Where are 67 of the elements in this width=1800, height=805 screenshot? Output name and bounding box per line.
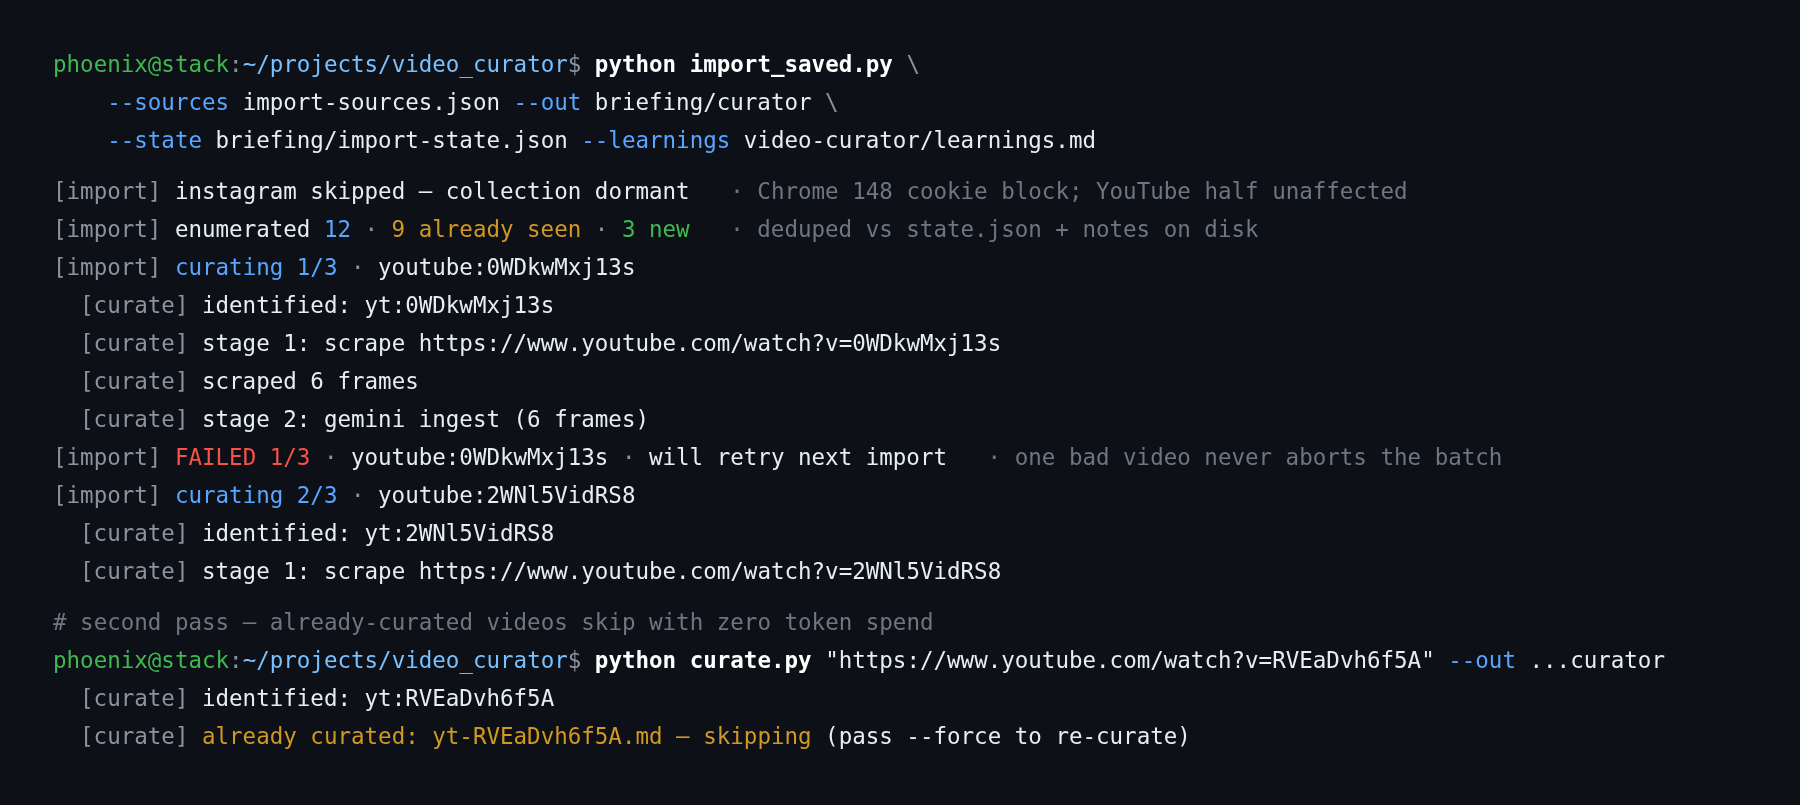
output-text: briefing/import-state.json — [215, 127, 568, 153]
status-text: curating 1/3 — [174, 254, 338, 280]
dim-text: [curate] — [80, 330, 189, 356]
prompt-user: phoenix@stack — [53, 51, 230, 77]
dim-text: [curate] — [80, 558, 189, 584]
output-text: briefing/curator — [594, 89, 812, 115]
dim-text: [import] — [53, 482, 162, 508]
note-text: · Chrome 148 cookie block; YouTube half unaffected — [730, 178, 1408, 204]
output-text: scraped 6 frames — [202, 368, 419, 394]
output-text: (pass --force to re-curate) — [825, 723, 1191, 749]
output-text: video-curator/learnings.md — [743, 127, 1096, 153]
dim-text: [import] — [53, 444, 162, 470]
prompt-separator: : — [229, 647, 243, 673]
flag-text: --out — [513, 89, 582, 115]
dim-text: [curate] — [80, 723, 189, 749]
output-text: import-sources.json — [242, 89, 500, 115]
output-text: enumerated — [174, 216, 311, 242]
dim-text: [import] — [53, 178, 162, 204]
output-text: instagram skipped — collection dormant — [174, 178, 690, 204]
success-text: 3 new — [621, 216, 690, 242]
dim-text: [import] — [53, 216, 162, 242]
prompt-path: ~/projects/video_curator — [242, 647, 568, 673]
output-text: youtube:0WDkwMxj13s — [351, 444, 609, 470]
output-text: youtube:0WDkwMxj13s — [378, 254, 636, 280]
output-text: identified: yt:0WDkwMxj13s — [202, 292, 555, 318]
output-text: stage 2: gemini ingest (6 frames) — [202, 406, 649, 432]
comment-text: # second pass — already-curated videos skip with zero token spend — [53, 609, 934, 635]
flag-text: --state — [107, 127, 202, 153]
error-text: FAILED 1/3 — [174, 444, 311, 470]
dim-text: · — [594, 216, 609, 242]
note-text: · one bad video never aborts the batch — [987, 444, 1503, 470]
dim-text: [curate] — [80, 685, 189, 711]
flag-text: --sources — [107, 89, 230, 115]
output-text: ...curator — [1529, 647, 1665, 673]
output-text: identified: yt:RVEaDvh6f5A — [202, 685, 555, 711]
output-text: stage 1: scrape https://www.youtube.com/watch?v=0WDkwMxj13s — [202, 330, 1002, 356]
output-text: identified: yt:2WNl5VidRS8 — [202, 520, 555, 546]
output-text: "https://www.youtube.com/watch?v=RVEaDvh6f5A" — [825, 647, 1435, 673]
note-text: · deduped vs state.json + notes on disk — [730, 216, 1259, 242]
output-text: will retry next import — [649, 444, 947, 470]
flag-text: --learnings — [581, 127, 731, 153]
prompt-separator: : — [229, 51, 243, 77]
dim-text: \ — [825, 89, 839, 115]
status-text: curating 2/3 — [174, 482, 338, 508]
warning-text: already curated: yt-RVEaDvh6f5A.md — skipping — [202, 723, 812, 749]
dim-text: [curate] — [80, 368, 189, 394]
dim-text: · — [364, 216, 379, 242]
dim-text: · — [323, 444, 338, 470]
status-text: 12 — [323, 216, 351, 242]
prompt-sign: $ — [567, 51, 582, 77]
dim-text: \ — [906, 51, 920, 77]
dim-text: · — [351, 482, 365, 508]
dim-text: [import] — [53, 254, 162, 280]
dim-text: · — [351, 254, 365, 280]
prompt-path: ~/projects/video_curator — [242, 51, 568, 77]
prompt-user: phoenix@stack — [53, 647, 230, 673]
dim-text: · — [621, 444, 636, 470]
dim-text: [curate] — [80, 520, 189, 546]
command-text: python curate.py — [594, 647, 812, 673]
dim-text: [curate] — [80, 406, 189, 432]
warning-text: 9 already seen — [391, 216, 582, 242]
flag-text: --out — [1448, 647, 1516, 673]
dim-text: [curate] — [80, 292, 189, 318]
output-text: stage 1: scrape https://www.youtube.com/watch?v=2WNl5VidRS8 — [202, 558, 1002, 584]
prompt-sign: $ — [567, 647, 582, 673]
command-text: python import_saved.py — [594, 51, 893, 77]
output-text: youtube:2WNl5VidRS8 — [378, 482, 636, 508]
